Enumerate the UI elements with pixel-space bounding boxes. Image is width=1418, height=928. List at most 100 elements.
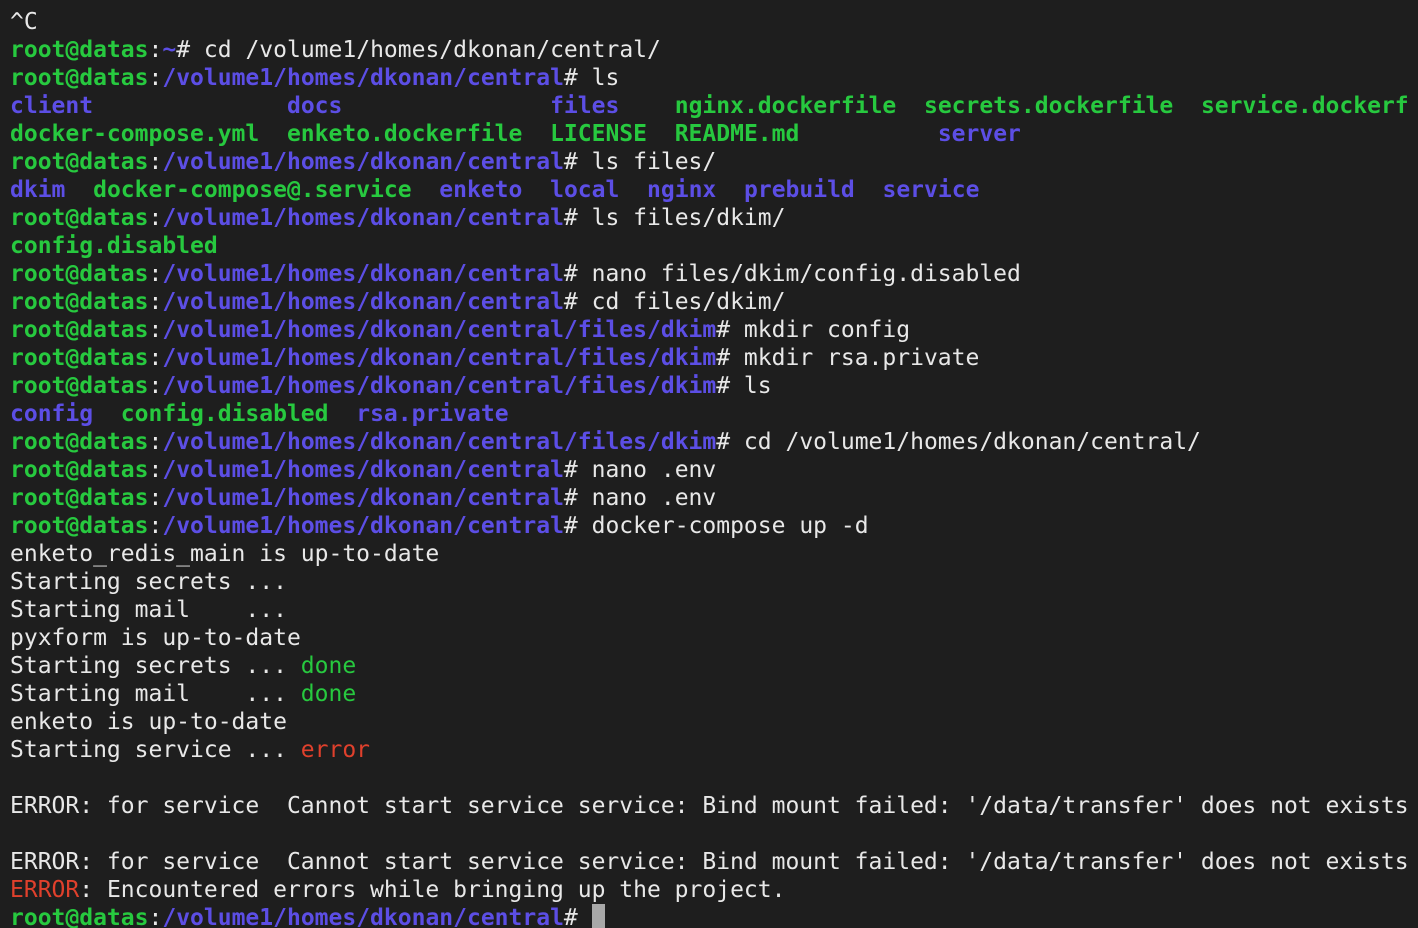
terminal-line: ERROR: for service Cannot start service … (10, 848, 1418, 876)
text-segment-default: : (148, 205, 163, 231)
text-segment-file: config.disabled (10, 233, 218, 259)
terminal-line: enketo is up-to-date (10, 708, 1418, 736)
text-segment-dir: client (10, 93, 94, 119)
text-segment-file: nginx.dockerfile (674, 93, 897, 119)
text-segment-default: ERROR: for service Cannot start service … (10, 849, 1409, 875)
terminal-line: root@datas:/volume1/homes/dkonan/central… (10, 64, 1418, 92)
text-segment-path: /volume1/homes/dkonan/central (162, 905, 564, 928)
terminal-line: docker-compose.yml enketo.dockerfile LIC… (10, 120, 1418, 148)
text-segment-default: Starting mail ... (10, 597, 287, 623)
terminal-line: client docs files nginx.dockerfile secre… (10, 92, 1418, 120)
text-segment-default: ^C (10, 9, 38, 35)
text-segment-user: root@datas (10, 513, 149, 539)
text-segment-default: : (148, 905, 163, 928)
text-segment-default: # cd files/dkim/ (563, 289, 786, 315)
terminal-line: root@datas:/volume1/homes/dkonan/central… (10, 260, 1418, 288)
terminal-line: pyxform is up-to-date (10, 624, 1418, 652)
terminal-line: root@datas:/volume1/homes/dkonan/central… (10, 344, 1418, 372)
terminal-line: ERROR: for service Cannot start service … (10, 792, 1418, 820)
text-segment-default (93, 401, 121, 427)
text-segment-default: : Encountered errors while bringing up t… (79, 877, 786, 903)
terminal-line: Starting secrets ... (10, 568, 1418, 596)
text-segment-dir: prebuild (744, 177, 855, 203)
text-segment-default: : (148, 513, 163, 539)
text-segment-path: /volume1/homes/dkonan/central (162, 289, 564, 315)
text-segment-default (619, 177, 647, 203)
text-segment-default (65, 177, 93, 203)
text-segment-file: config.disabled (120, 401, 329, 427)
text-segment-user: root@datas (10, 205, 149, 231)
text-segment-path: ~ (162, 37, 177, 63)
text-segment-default: Starting service ... (10, 737, 301, 763)
text-segment-default: Starting mail ... (10, 681, 301, 707)
text-segment-path: /volume1/homes/dkonan/central (162, 513, 564, 539)
text-segment-default (329, 401, 357, 427)
text-segment-file: service.dockerf (1200, 93, 1409, 119)
text-segment-default (896, 93, 924, 119)
text-segment-default: : (148, 37, 163, 63)
text-segment-user: root@datas (10, 261, 149, 287)
terminal-line: root@datas:~# cd /volume1/homes/dkonan/c… (10, 36, 1418, 64)
terminal-line: Starting mail ... (10, 596, 1418, 624)
text-segment-user: root@datas (10, 149, 149, 175)
text-segment-file: README.md (674, 121, 800, 147)
text-segment-default (647, 121, 675, 147)
text-segment-default: Starting secrets ... (10, 569, 287, 595)
terminal-line: root@datas:/volume1/homes/dkonan/central… (10, 456, 1418, 484)
terminal-line: enketo_redis_main is up-to-date (10, 540, 1418, 568)
text-segment-file: LICENSE (550, 121, 647, 147)
text-segment-default: # ls files/ (563, 149, 717, 175)
text-segment-user: root@datas (10, 457, 149, 483)
text-segment-dir: files (550, 93, 620, 119)
terminal-output: ^C root@datas:~# cd /volume1/homes/dkonan… (10, 8, 1418, 928)
text-segment-default (342, 93, 550, 119)
text-segment-default (619, 93, 674, 119)
text-segment-default: : (148, 429, 163, 455)
text-segment-dir: enketo (439, 177, 523, 203)
text-cursor[interactable] (591, 904, 605, 928)
text-segment-path: /volume1/homes/dkonan/central/files/dkim (162, 373, 717, 399)
text-segment-default: # ls (563, 65, 620, 91)
terminal-line: root@datas:/volume1/homes/dkonan/central… (10, 316, 1418, 344)
terminal-line: dkim docker-compose@.service enketo loca… (10, 176, 1418, 204)
text-segment-ok: done (300, 681, 357, 707)
text-segment-default: # nano .env (563, 457, 717, 483)
text-segment-err: ERROR (10, 877, 80, 903)
text-segment-default: # nano .env (563, 485, 717, 511)
text-segment-file: secrets.dockerfile (923, 93, 1174, 119)
text-segment-default: # (563, 905, 592, 928)
terminal-line: ERROR: Encountered errors while bringing… (10, 876, 1418, 904)
text-segment-user: root@datas (10, 429, 149, 455)
text-segment-dir: config (10, 401, 94, 427)
text-segment-default: : (148, 317, 163, 343)
text-segment-default: # cd /volume1/homes/dkonan/central/ (176, 37, 661, 63)
text-segment-path: /volume1/homes/dkonan/central (162, 485, 564, 511)
text-segment-dir: rsa.private (356, 401, 509, 427)
terminal-window[interactable]: ^C root@datas:~# cd /volume1/homes/dkonan… (0, 0, 1418, 928)
text-segment-default: : (148, 457, 163, 483)
text-segment-user: root@datas (10, 289, 149, 315)
text-segment-path: /volume1/homes/dkonan/central (162, 65, 564, 91)
text-segment-default: : (148, 65, 163, 91)
text-segment-user: root@datas (10, 373, 149, 399)
text-segment-path: /volume1/homes/dkonan/central/files/dkim (162, 345, 717, 371)
text-segment-default (1173, 93, 1201, 119)
text-segment-default: pyxform is up-to-date (10, 625, 301, 651)
text-segment-path: /volume1/homes/dkonan/central (162, 205, 564, 231)
text-segment-user: root@datas (10, 37, 149, 63)
text-segment-default: # mkdir config (716, 317, 911, 343)
text-segment-default: : (148, 373, 163, 399)
text-segment-user: root@datas (10, 65, 149, 91)
text-segment-default (799, 121, 937, 147)
text-segment-default (93, 93, 287, 119)
text-segment-path: /volume1/homes/dkonan/central/files/dkim (162, 429, 717, 455)
text-segment-default (716, 177, 744, 203)
text-segment-dir: docs (286, 93, 343, 119)
terminal-line: Starting mail ... done (10, 680, 1418, 708)
text-segment-err: error (300, 737, 371, 763)
text-segment-default: enketo is up-to-date (10, 709, 287, 735)
text-segment-default: # ls files/dkim/ (563, 205, 786, 231)
text-segment-file: docker-compose.yml (10, 121, 260, 147)
